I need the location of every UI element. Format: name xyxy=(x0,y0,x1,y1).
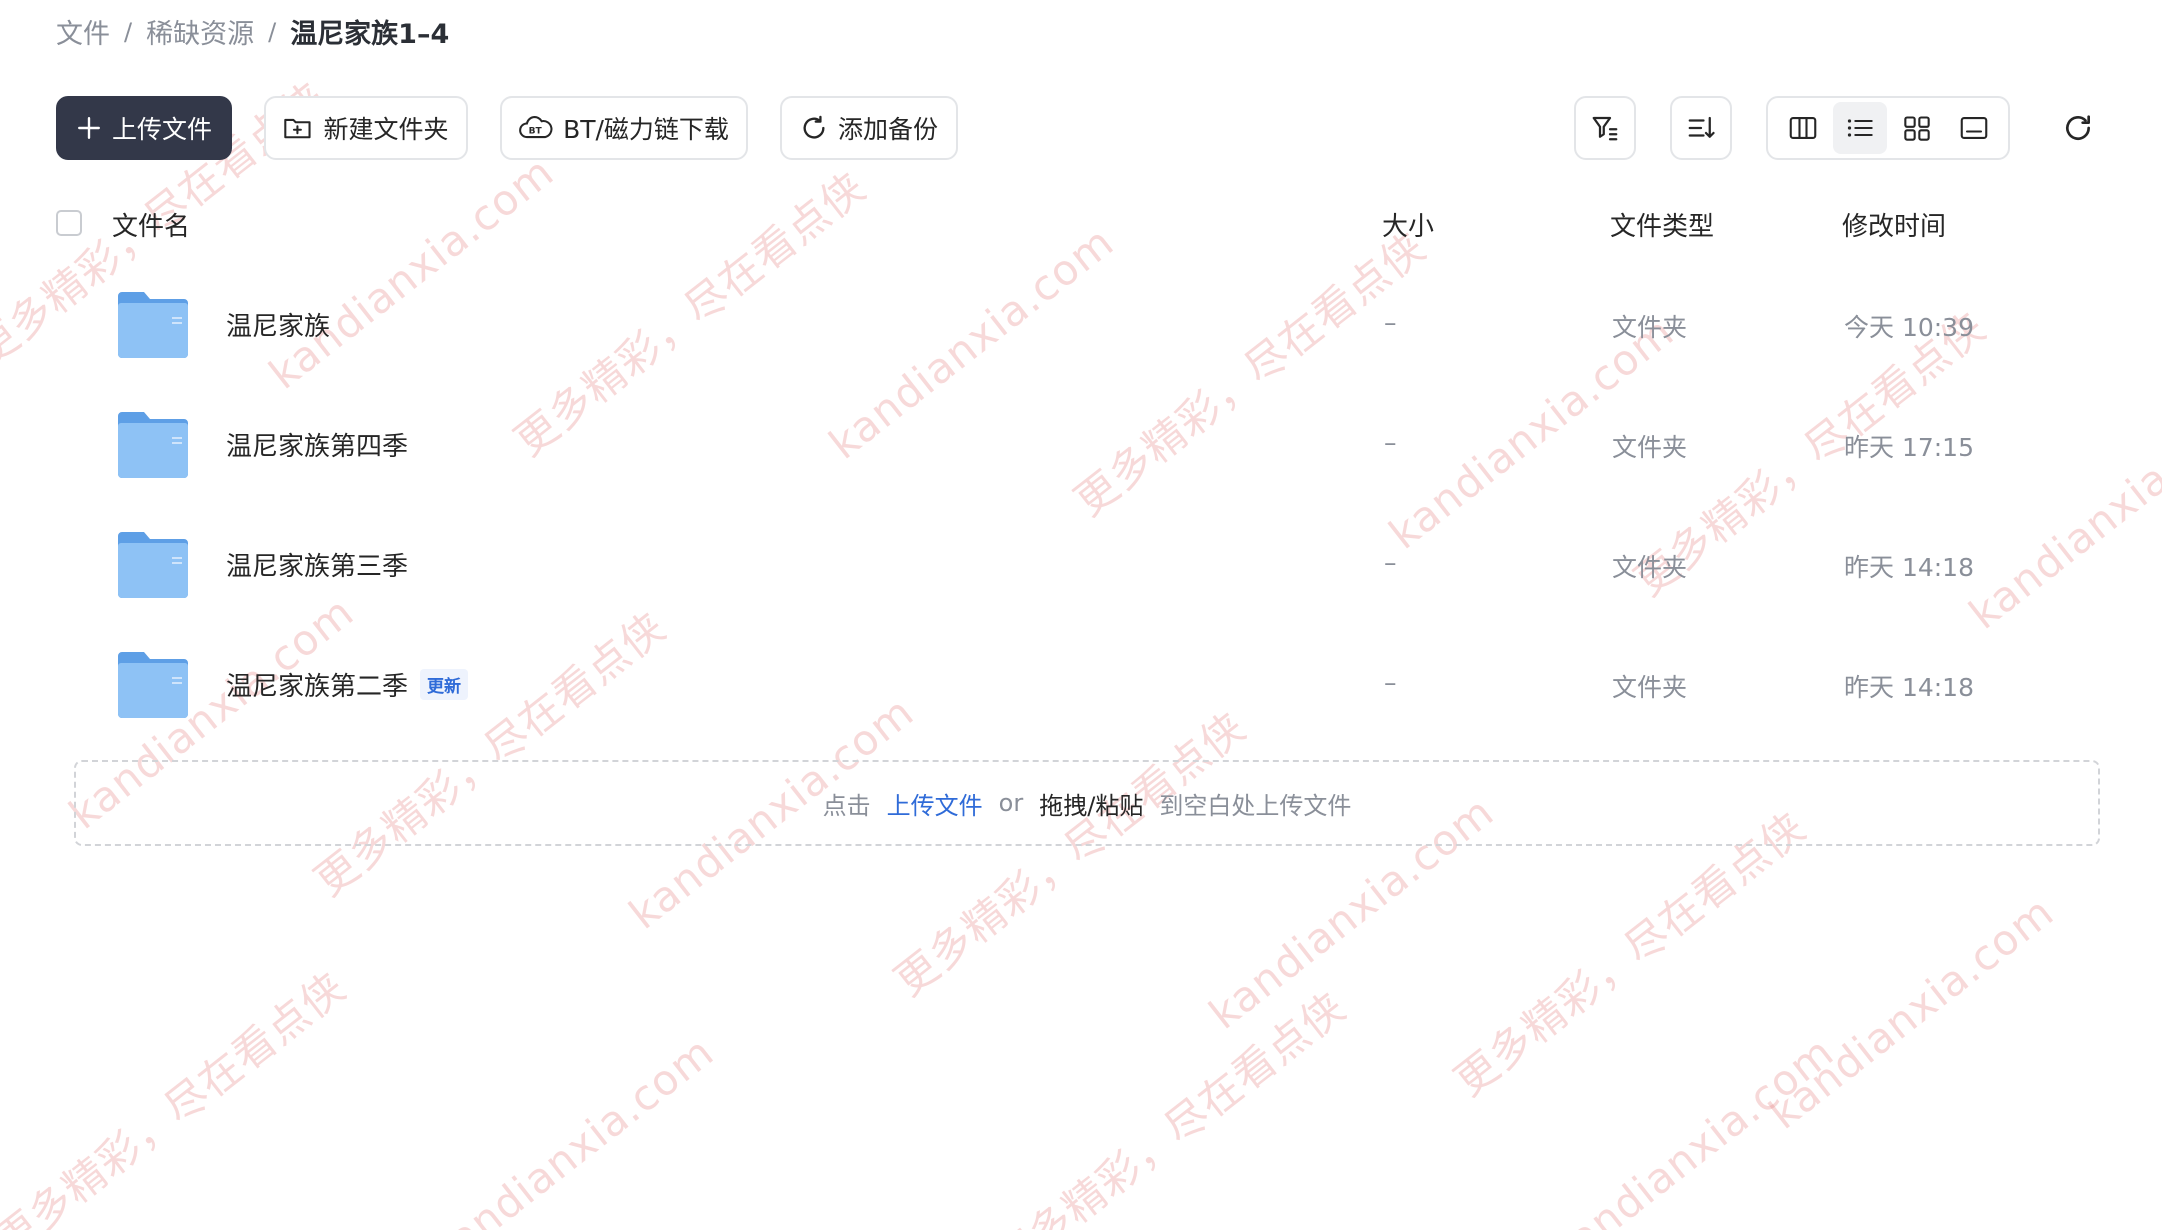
update-badge: 更新 xyxy=(420,669,469,700)
file-size: – xyxy=(1384,668,1397,697)
file-name-text: 温尼家族 xyxy=(226,312,331,342)
columns-view-button[interactable] xyxy=(1776,102,1830,154)
file-size: – xyxy=(1384,308,1397,337)
folder-icon xyxy=(118,292,188,358)
grid-view-icon xyxy=(1903,116,1930,141)
add-backup-button[interactable]: 添加备份 xyxy=(780,96,958,160)
file-size: – xyxy=(1384,548,1397,577)
upload-button[interactable]: 上传文件 xyxy=(56,96,232,160)
plus-icon xyxy=(78,117,100,139)
file-type: 文件夹 xyxy=(1612,313,1688,342)
breadcrumb-separator: / xyxy=(268,17,277,46)
file-name-text: 温尼家族第四季 xyxy=(226,432,409,462)
file-name[interactable]: 温尼家族第二季 更新 xyxy=(226,666,469,703)
folder-icon xyxy=(118,652,188,718)
grid-view-button[interactable] xyxy=(1890,102,1944,154)
file-name-text: 温尼家族第三季 xyxy=(226,552,409,582)
refresh-icon xyxy=(2066,115,2090,140)
refresh-button[interactable] xyxy=(2058,108,2098,148)
upload-drop-zone[interactable]: 点击 上传文件 or 拖拽/粘贴 到空白处上传文件 xyxy=(74,760,2100,846)
file-modified: 昨天 14:18 xyxy=(1844,673,1974,702)
column-header-size[interactable]: 大小 xyxy=(1382,206,1434,243)
file-name-text: 温尼家族第二季 xyxy=(226,672,409,702)
add-backup-button-label: 添加备份 xyxy=(837,115,938,144)
sort-button[interactable] xyxy=(1670,96,1732,160)
file-modified: 今天 10:39 xyxy=(1844,313,1974,342)
breadcrumb-separator: / xyxy=(124,17,133,46)
dropzone-drag-paste: 拖拽/粘贴 xyxy=(1039,791,1144,820)
file-name[interactable]: 温尼家族 xyxy=(226,306,330,343)
table-header: 文件名 大小 文件类型 修改时间 xyxy=(0,200,2162,248)
bt-download-button-label: BT/磁力链下载 xyxy=(563,115,729,144)
upload-button-label: 上传文件 xyxy=(111,115,212,144)
table-row[interactable]: 温尼家族 – 文件夹 今天 10:39 xyxy=(0,276,2162,386)
preview-view-icon xyxy=(1960,117,1987,139)
filter-icon xyxy=(1592,116,1618,141)
breadcrumb-item-current: 温尼家族1–4 xyxy=(290,19,450,50)
breadcrumb-item-parent[interactable]: 稀缺资源 xyxy=(146,12,254,51)
view-mode-switcher xyxy=(1766,96,2010,160)
file-modified: 昨天 14:18 xyxy=(1844,553,1974,582)
dropzone-upload-link[interactable]: 上传文件 xyxy=(887,786,983,821)
list-view-button[interactable] xyxy=(1832,102,1887,154)
columns-view-icon xyxy=(1789,117,1816,139)
filter-button[interactable] xyxy=(1574,96,1636,160)
new-folder-button-label: 新建文件夹 xyxy=(323,115,449,144)
file-name[interactable]: 温尼家族第三季 xyxy=(226,546,408,583)
preview-view-button[interactable] xyxy=(1947,102,2001,154)
column-header-type[interactable]: 文件类型 xyxy=(1610,206,1714,243)
sort-icon xyxy=(1688,116,1715,138)
file-size: – xyxy=(1384,428,1397,457)
select-all-checkbox[interactable] xyxy=(56,210,82,236)
breadcrumb-item-files[interactable]: 文件 xyxy=(56,12,110,51)
dropzone-or: or xyxy=(998,789,1024,817)
column-header-name[interactable]: 文件名 xyxy=(112,206,190,243)
folder-plus-icon xyxy=(284,118,312,139)
sync-icon xyxy=(803,115,825,139)
new-folder-button[interactable]: 新建文件夹 xyxy=(264,96,468,160)
table-row[interactable]: 温尼家族第四季 – 文件夹 昨天 17:15 xyxy=(0,396,2162,506)
file-name[interactable]: 温尼家族第四季 xyxy=(226,426,408,463)
dropzone-prefix: 点击 xyxy=(822,791,871,820)
file-type: 文件夹 xyxy=(1612,553,1688,582)
file-modified: 昨天 17:15 xyxy=(1844,433,1974,462)
bt-icon: BT xyxy=(519,116,553,139)
breadcrumb: 文件 / 稀缺资源 / 温尼家族1–4 xyxy=(56,12,449,51)
table-row[interactable]: 温尼家族第三季 – 文件夹 昨天 14:18 xyxy=(0,516,2162,626)
file-type: 文件夹 xyxy=(1612,673,1688,702)
column-header-modified[interactable]: 修改时间 xyxy=(1842,206,1946,243)
folder-icon xyxy=(118,412,188,478)
bt-download-button[interactable]: BT BT/磁力链下载 xyxy=(500,96,748,160)
folder-icon xyxy=(118,532,188,598)
table-row[interactable]: 温尼家族第二季 更新 – 文件夹 昨天 14:18 xyxy=(0,636,2162,746)
svg-text:BT: BT xyxy=(529,127,543,137)
file-type: 文件夹 xyxy=(1612,433,1688,462)
list-view-icon xyxy=(1847,119,1873,137)
dropzone-suffix: 到空白处上传文件 xyxy=(1159,791,1352,820)
